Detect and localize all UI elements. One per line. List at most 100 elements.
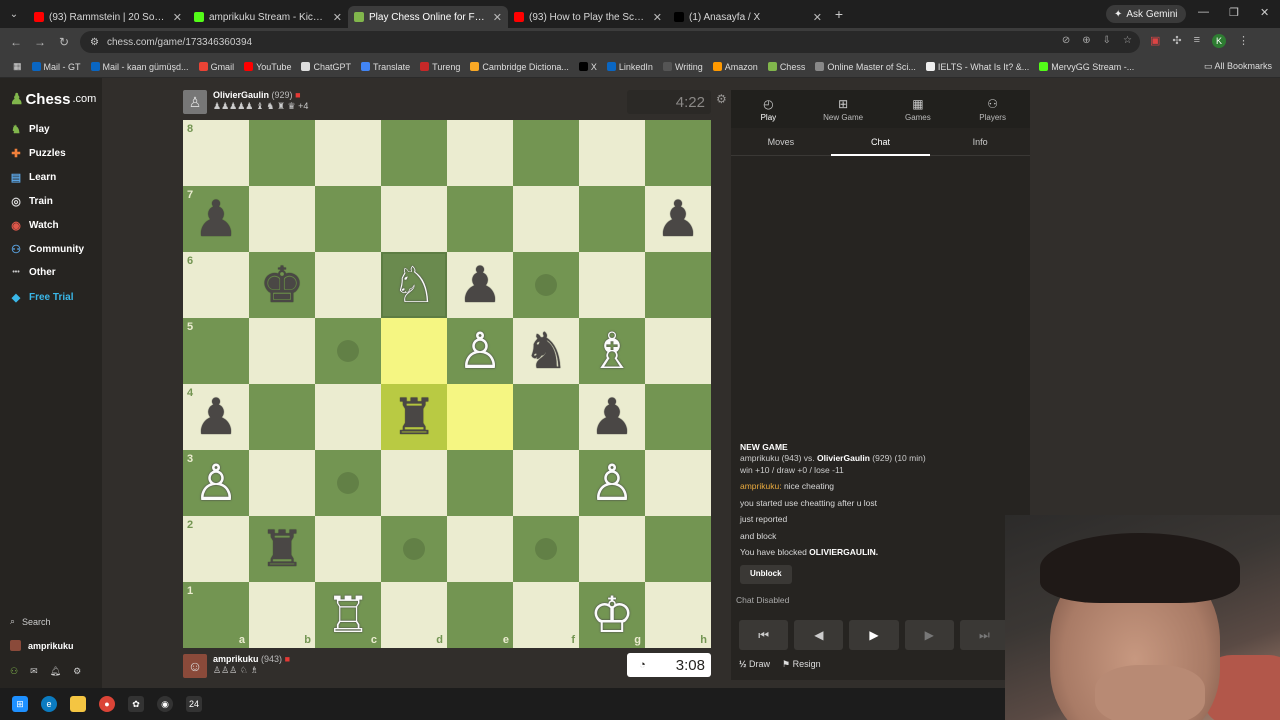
- square-a5[interactable]: 5: [183, 318, 249, 384]
- panel-tab-players[interactable]: ⚇ Players: [955, 90, 1030, 128]
- square-a4[interactable]: 4 ♟: [183, 384, 249, 450]
- square-b4[interactable]: [249, 384, 315, 450]
- panel-tab-play[interactable]: ◴ Play: [731, 90, 806, 128]
- maximize-icon[interactable]: ❐: [1229, 6, 1239, 19]
- first-move-button[interactable]: ⏮: [739, 620, 789, 650]
- square-h4[interactable]: [645, 384, 711, 450]
- square-c3[interactable]: [315, 450, 381, 516]
- panel-tab-new-game[interactable]: ⊞ New Game: [806, 90, 881, 128]
- browser-tab[interactable]: Play Chess Online for FREE - 2 ✕: [348, 6, 508, 28]
- black-knight-icon[interactable]: ♞: [513, 318, 579, 384]
- square-d4[interactable]: ♜: [381, 384, 447, 450]
- square-g1[interactable]: g ♔: [579, 582, 645, 648]
- address-bar[interactable]: ⚙ chess.com/game/173346360394 ⊘ ⊕ ⇩ ☆: [80, 31, 1140, 53]
- square-b6[interactable]: ♚: [249, 252, 315, 318]
- square-a2[interactable]: 2: [183, 516, 249, 582]
- square-g3[interactable]: ♙: [579, 450, 645, 516]
- bookmark-item[interactable]: Tureng: [415, 62, 465, 72]
- move-hint-dot[interactable]: [403, 538, 425, 560]
- black-pawn-icon[interactable]: ♟: [183, 186, 249, 252]
- all-bookmarks-button[interactable]: ▭ All Bookmarks: [1204, 61, 1272, 72]
- white-rook-icon[interactable]: ♖: [315, 582, 381, 648]
- square-d1[interactable]: d: [381, 582, 447, 648]
- square-f4[interactable]: [513, 384, 579, 450]
- square-g4[interactable]: ♟: [579, 384, 645, 450]
- square-d2[interactable]: [381, 516, 447, 582]
- obs-icon[interactable]: ◉: [157, 696, 173, 712]
- new-tab-button[interactable]: +: [828, 6, 850, 22]
- bookmark-item[interactable]: Translate: [356, 62, 415, 72]
- square-g5[interactable]: ♗: [579, 318, 645, 384]
- white-pawn-icon[interactable]: ♙: [183, 450, 249, 516]
- black-pawn-icon[interactable]: ♟: [183, 384, 249, 450]
- black-king-icon[interactable]: ♚: [249, 252, 315, 318]
- black-rook-icon[interactable]: ♜: [381, 384, 447, 450]
- messages-icon[interactable]: ✉: [30, 666, 38, 677]
- square-c1[interactable]: c ♖: [315, 582, 381, 648]
- square-a6[interactable]: 6: [183, 252, 249, 318]
- square-e2[interactable]: [447, 516, 513, 582]
- subtab-info[interactable]: Info: [930, 128, 1030, 155]
- friends-icon[interactable]: ⚇: [10, 666, 18, 677]
- chatgpt-icon[interactable]: ✿: [128, 696, 144, 712]
- white-bishop-icon[interactable]: ♗: [579, 318, 645, 384]
- tab-close-icon[interactable]: ✕: [813, 11, 822, 24]
- square-a3[interactable]: 3 ♙: [183, 450, 249, 516]
- move-hint-dot[interactable]: [337, 340, 359, 362]
- square-b1[interactable]: b: [249, 582, 315, 648]
- square-c4[interactable]: [315, 384, 381, 450]
- minimize-icon[interactable]: —: [1198, 6, 1209, 18]
- square-g7[interactable]: [579, 186, 645, 252]
- square-d3[interactable]: [381, 450, 447, 516]
- edge-icon[interactable]: e: [41, 696, 57, 712]
- panel-tab-games[interactable]: ▦ Games: [881, 90, 956, 128]
- square-f7[interactable]: [513, 186, 579, 252]
- tab-close-icon[interactable]: ✕: [333, 11, 342, 24]
- black-rook-icon[interactable]: ♜: [249, 516, 315, 582]
- bookmark-item[interactable]: Mail - GT: [27, 62, 86, 72]
- chess-logo[interactable]: ♟ Chess .com: [10, 90, 96, 109]
- install-icon[interactable]: ⇩: [1103, 35, 1111, 46]
- chrome-icon[interactable]: ●: [99, 696, 115, 712]
- file-explorer-icon[interactable]: [70, 696, 86, 712]
- sidebar-user[interactable]: amprikuku: [10, 640, 74, 651]
- black-pawn-icon[interactable]: ♟: [645, 186, 711, 252]
- windows-start-icon[interactable]: ⊞: [12, 696, 28, 712]
- bookmark-item[interactable]: Online Master of Sci...: [810, 62, 921, 72]
- square-g6[interactable]: [579, 252, 645, 318]
- square-g8[interactable]: [579, 120, 645, 186]
- ask-gemini-button[interactable]: ✦ Ask Gemini: [1106, 5, 1186, 23]
- opponent-name[interactable]: OlivierGaulin (929) ■: [213, 90, 308, 100]
- square-d6[interactable]: ♘: [381, 252, 447, 318]
- previous-move-button[interactable]: ◀: [794, 620, 844, 650]
- square-b5[interactable]: [249, 318, 315, 384]
- opponent-avatar[interactable]: ♙: [183, 90, 207, 114]
- square-f2[interactable]: [513, 516, 579, 582]
- square-e6[interactable]: ♟: [447, 252, 513, 318]
- move-hint-dot[interactable]: [535, 538, 557, 560]
- back-icon[interactable]: ←: [4, 35, 28, 49]
- apps-icon[interactable]: ▦: [8, 61, 27, 72]
- tab-search-icon[interactable]: ⌄: [0, 9, 28, 20]
- square-f8[interactable]: [513, 120, 579, 186]
- tab-close-icon[interactable]: ✕: [493, 11, 502, 24]
- next-move-button[interactable]: ▶: [904, 620, 954, 650]
- zoom-icon[interactable]: ⊕: [1082, 35, 1090, 46]
- browser-tab[interactable]: (93) How to Play the Scotch Op ✕: [508, 6, 668, 28]
- square-b8[interactable]: [249, 120, 315, 186]
- resign-button[interactable]: ⚑ Resign: [782, 659, 821, 670]
- square-c2[interactable]: [315, 516, 381, 582]
- bookmark-item[interactable]: MervyGG Stream -...: [1034, 62, 1139, 72]
- square-h2[interactable]: [645, 516, 711, 582]
- extensions-puzzle-icon[interactable]: ✣: [1172, 34, 1181, 48]
- white-king-icon[interactable]: ♔: [579, 582, 645, 648]
- settings-icon[interactable]: ⚙: [73, 666, 81, 677]
- profile-avatar[interactable]: K: [1212, 34, 1227, 48]
- square-f6[interactable]: [513, 252, 579, 318]
- square-c8[interactable]: [315, 120, 381, 186]
- square-e3[interactable]: [447, 450, 513, 516]
- tab-close-icon[interactable]: ✕: [653, 11, 662, 24]
- notifications-icon[interactable]: 🔔︎: [50, 666, 61, 677]
- square-h8[interactable]: [645, 120, 711, 186]
- unblock-button[interactable]: Unblock: [740, 564, 792, 584]
